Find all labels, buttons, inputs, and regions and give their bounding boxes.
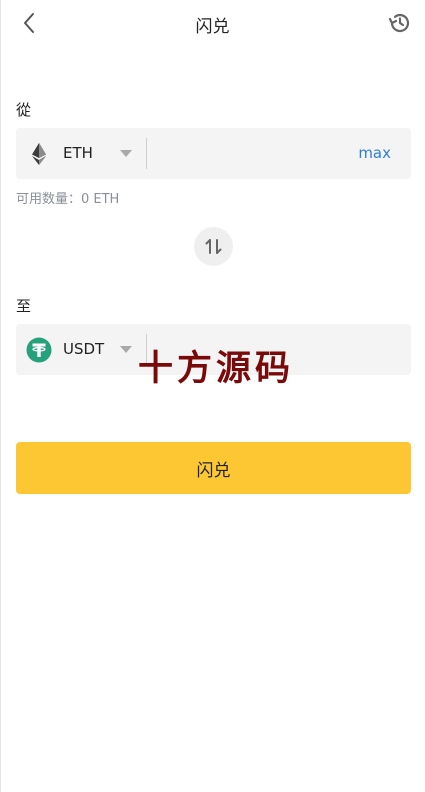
available-balance: 可用数量：0 ETH [16,192,120,207]
page-edge [0,0,1,792]
swap-arrows-icon [205,239,222,254]
from-token-row: ETH max [16,128,411,179]
header: 闪兑 [0,0,425,48]
to-token-dropdown-icon[interactable] [120,346,132,353]
watermark-text: 十方源码 [138,349,295,389]
ethereum-icon [32,143,46,165]
history-button[interactable] [387,10,413,36]
tether-icon [26,337,52,363]
page-title: 闪兑 [195,17,230,37]
swap-submit-button[interactable]: 闪兑 [16,442,411,494]
from-divider [146,138,147,169]
from-token-name[interactable]: ETH [63,144,93,162]
to-token-name[interactable]: USDT [63,340,104,358]
from-token-dropdown-icon[interactable] [120,150,132,157]
max-button[interactable]: max [358,144,391,162]
to-label: 至 [16,297,32,315]
history-icon [388,13,410,33]
swap-direction-button[interactable] [194,227,233,266]
from-amount-input[interactable] [154,138,358,171]
from-label: 從 [16,101,32,119]
